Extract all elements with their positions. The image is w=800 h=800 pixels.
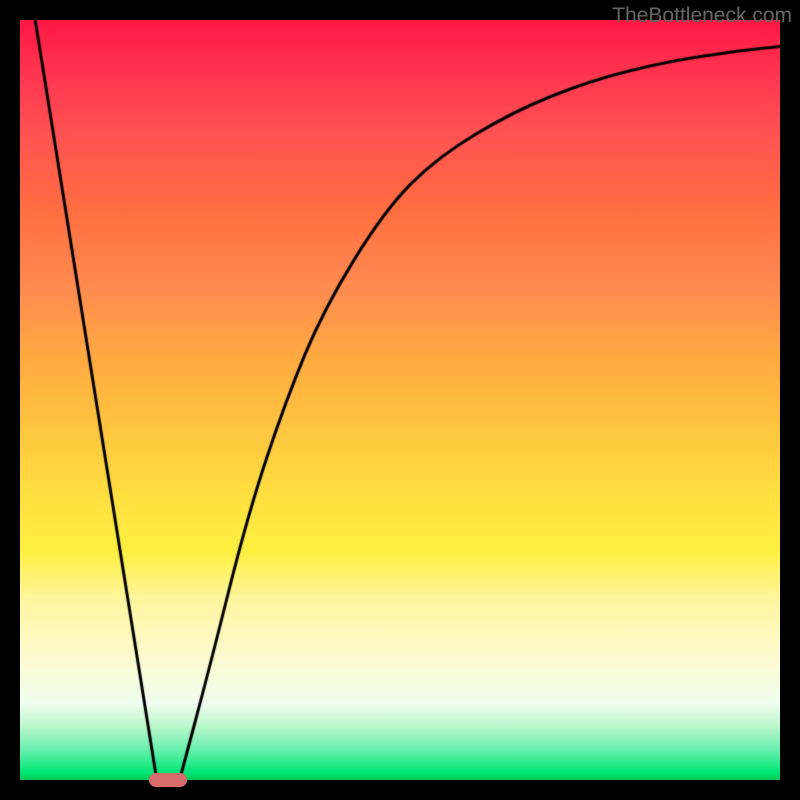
bottleneck-curve: [20, 20, 780, 780]
watermark-text: TheBottleneck.com: [612, 4, 792, 28]
optimal-marker: [149, 773, 187, 787]
chart-container: TheBottleneck.com: [0, 0, 800, 800]
